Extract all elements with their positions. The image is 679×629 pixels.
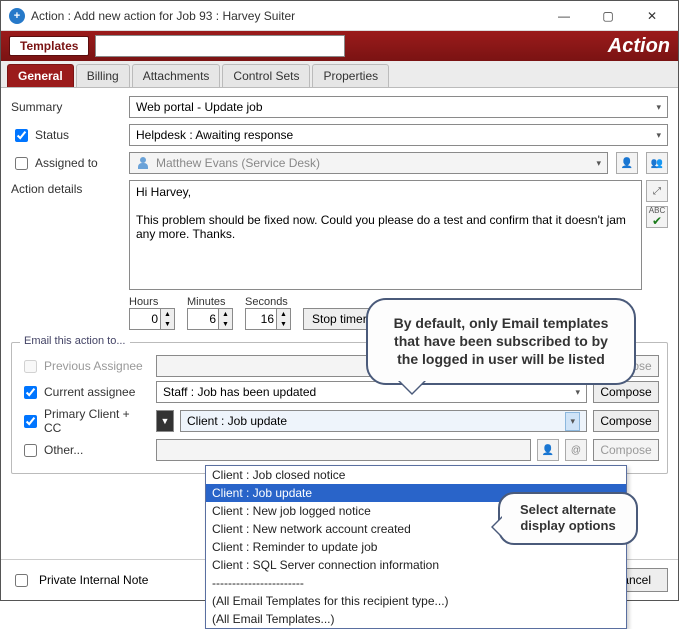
details-textarea[interactable] [129, 180, 642, 290]
template-select[interactable]: Update job - Email client + staff ▼ [95, 35, 345, 57]
chevron-down-icon: ▾ [656, 102, 661, 113]
dropdown-option[interactable]: Client : SQL Server connection informati… [206, 556, 626, 574]
expand-icon[interactable]: ⤢ [646, 180, 668, 202]
status-select[interactable]: Helpdesk : Awaiting response▾ [129, 124, 668, 146]
window-title: Action : Add new action for Job 93 : Har… [31, 9, 542, 23]
prev-assignee-label: Previous Assignee [44, 359, 143, 373]
private-note-label: Private Internal Note [39, 573, 148, 587]
seconds-up[interactable]: ▲ [276, 309, 290, 319]
brand-label: Action [608, 35, 670, 58]
curr-assignee-checkbox[interactable] [24, 386, 37, 399]
titlebar: + Action : Add new action for Job 93 : H… [1, 1, 678, 31]
chevron-down-icon: ▾ [596, 158, 601, 169]
minutes-up[interactable]: ▲ [218, 309, 232, 319]
template-dropdown-list[interactable]: Client : Job closed noticeClient : Job u… [205, 465, 627, 629]
seconds-down[interactable]: ▼ [276, 319, 290, 329]
status-checkbox[interactable] [15, 129, 28, 142]
spellcheck-icon[interactable]: ABC✔ [646, 206, 668, 228]
hours-up[interactable]: ▲ [160, 309, 174, 319]
ribbon: Templates Update job - Email client + st… [1, 31, 678, 61]
template-select-value: Update job - Email client + staff [100, 39, 266, 53]
status-label: Status [35, 128, 69, 142]
seconds-label: Seconds [245, 296, 288, 308]
hours-input[interactable] [130, 309, 160, 329]
minutes-input[interactable] [188, 309, 218, 329]
person-icon [136, 156, 150, 170]
primary-compose-button[interactable]: Compose [593, 410, 659, 432]
app-icon: + [9, 8, 25, 24]
prev-assignee-checkbox [24, 360, 37, 373]
email-legend: Email this action to... [20, 335, 130, 347]
maximize-button[interactable]: ▢ [586, 2, 630, 30]
minutes-label: Minutes [187, 296, 226, 308]
chevron-down-icon: ▾ [575, 387, 580, 398]
dropdown-option[interactable]: (All Email Templates for this recipient … [206, 592, 626, 610]
assigned-label: Assigned to [35, 156, 98, 170]
templates-button[interactable]: Templates [9, 36, 89, 56]
chevron-down-icon: ▼ [332, 41, 341, 51]
assign-group-button[interactable]: 👥 [646, 152, 668, 174]
other-label: Other... [44, 443, 83, 457]
primary-client-label: Primary Client + CC [44, 407, 150, 435]
tab-control-sets[interactable]: Control Sets [222, 64, 310, 87]
stop-timer-button[interactable]: Stop timer [303, 308, 376, 330]
details-label: Action details [11, 180, 121, 196]
minutes-down[interactable]: ▼ [218, 319, 232, 329]
chevron-down-icon: ▾ [565, 412, 580, 431]
dropdown-option[interactable]: (All Email Templates...) [206, 610, 626, 628]
dropdown-option[interactable]: ----------------------- [206, 574, 626, 592]
summary-label: Summary [11, 100, 121, 114]
primary-template-select[interactable]: Client : Job update▾ [180, 410, 587, 432]
other-browse-button[interactable]: 👤 [537, 439, 559, 461]
assigned-checkbox[interactable] [15, 157, 28, 170]
seconds-input[interactable] [246, 309, 276, 329]
annotation-callout-1: By default, only Email templates that ha… [366, 298, 636, 385]
dropdown-option[interactable]: Client : Job closed notice [206, 466, 626, 484]
tab-general[interactable]: General [7, 64, 74, 87]
hours-label: Hours [129, 296, 158, 308]
tab-attachments[interactable]: Attachments [132, 64, 221, 87]
other-checkbox[interactable] [24, 444, 37, 457]
summary-input[interactable]: Web portal - Update job▾ [129, 96, 668, 118]
chevron-down-icon: ▾ [656, 130, 661, 141]
tab-properties[interactable]: Properties [312, 64, 389, 87]
primary-client-checkbox[interactable] [24, 415, 37, 428]
hours-down[interactable]: ▼ [160, 319, 174, 329]
minimize-button[interactable]: — [542, 2, 586, 30]
assign-user-button[interactable]: 👤 [616, 152, 638, 174]
other-recipient-input [156, 439, 531, 461]
curr-assignee-label: Current assignee [44, 385, 135, 399]
other-at-button[interactable]: @ [565, 439, 587, 461]
template-filter-button[interactable]: ▼ [156, 410, 174, 432]
close-button[interactable]: ✕ [630, 2, 674, 30]
private-note-checkbox[interactable] [15, 574, 28, 587]
tab-billing[interactable]: Billing [76, 64, 130, 87]
other-compose-button: Compose [593, 439, 659, 461]
annotation-callout-2: Select alternate display options [498, 492, 638, 545]
tabs: General Billing Attachments Control Sets… [1, 61, 678, 88]
assigned-select[interactable]: Matthew Evans (Service Desk) ▾ [129, 152, 608, 174]
